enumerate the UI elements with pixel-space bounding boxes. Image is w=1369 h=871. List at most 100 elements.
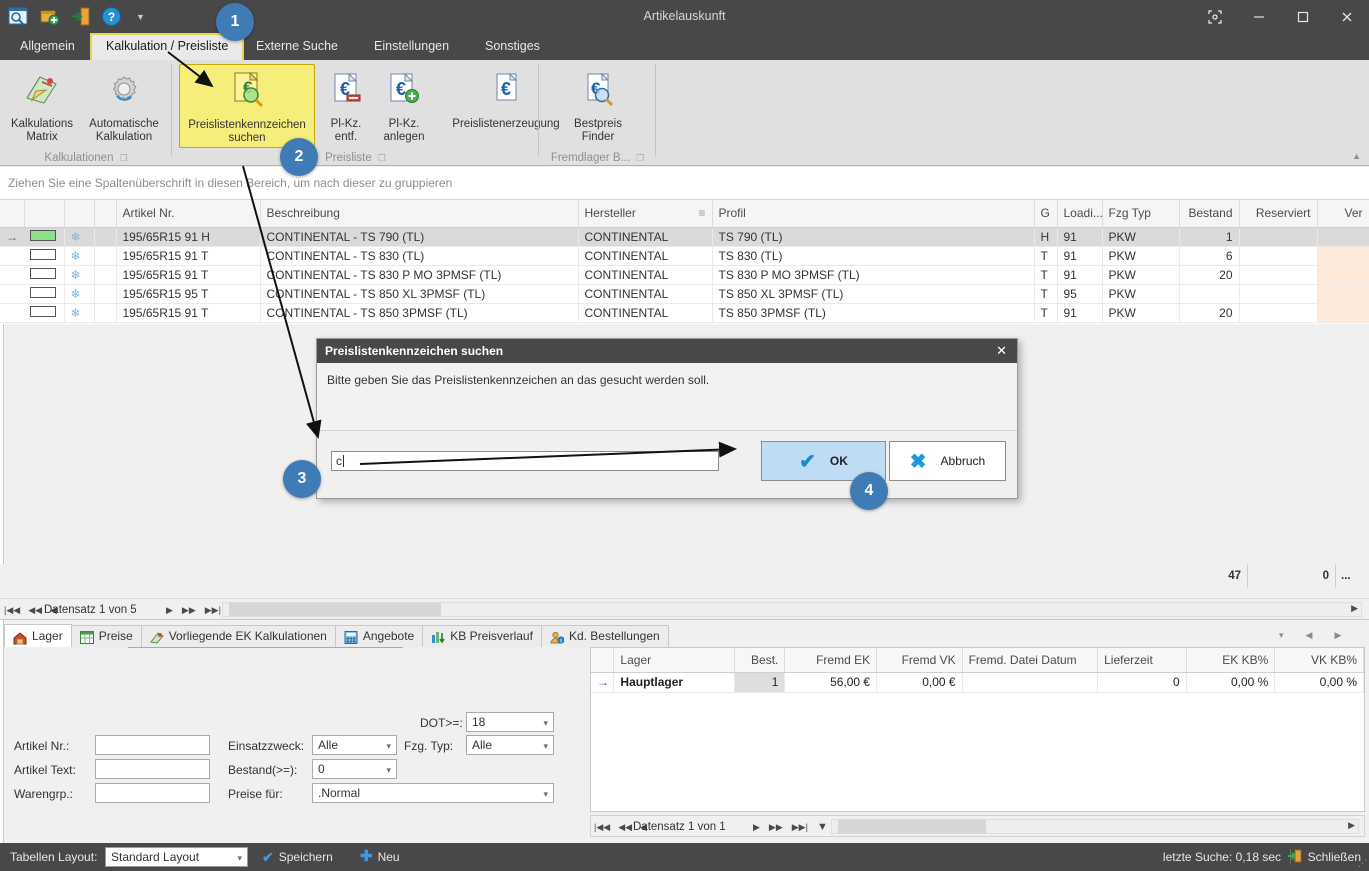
detail-tab-angebote[interactable]: Angebote xyxy=(334,625,424,647)
nav-next-icon[interactable]: ▶ xyxy=(753,822,760,833)
exit-icon[interactable] xyxy=(70,6,91,27)
header-season[interactable] xyxy=(64,200,95,228)
tab-next-icon[interactable]: ▶ xyxy=(1334,630,1341,641)
ribbon-button-automatische-kalkulation[interactable]: Automatische Kalkulation xyxy=(80,66,168,144)
table-row[interactable]: ❄ 195/65R15 95 T CONTINENTAL - TS 850 XL… xyxy=(0,284,1369,304)
nav-nextpage-icon[interactable]: ▶▶ xyxy=(769,822,783,833)
header-beschreibung[interactable]: Beschreibung xyxy=(260,200,579,228)
header-vk-kb[interactable]: VK KB% xyxy=(1274,648,1364,673)
nav-prevpage-icon[interactable]: ◀◀ xyxy=(28,605,42,616)
neu-button[interactable]: ✚ Neu xyxy=(360,843,400,871)
header-fremd-datei-datum[interactable]: Fremd. Datei Datum xyxy=(962,648,1099,673)
ribbon-button-kalkulations-matrix[interactable]: Kalkulations Matrix xyxy=(6,66,78,144)
ribbon-button-plkz-entfernen[interactable]: € Pl-Kz. entf. xyxy=(320,66,372,144)
select-bestand[interactable]: 0 ▾ xyxy=(312,759,397,779)
dialog-launcher-icon[interactable]: ❐ xyxy=(378,153,386,163)
chevron-up-icon[interactable]: ▲ xyxy=(1352,151,1361,161)
scrollbar-thumb[interactable] xyxy=(838,820,986,833)
tab-externe-suche[interactable]: Externe Suche xyxy=(242,33,352,60)
nav-last-icon[interactable]: ▶▶| xyxy=(205,605,221,616)
chevron-down-icon[interactable]: ▾ xyxy=(543,713,548,733)
filter-icon[interactable]: ▼ xyxy=(817,821,828,833)
header-profil[interactable]: Profil xyxy=(712,200,1035,228)
input-artikel-text[interactable] xyxy=(95,759,210,779)
table-row[interactable]: → Hauptlager 1 56,00 € 0,00 € 0 0,00 % 0… xyxy=(591,672,1364,693)
grid-horizontal-scrollbar[interactable]: ▶ xyxy=(222,602,1362,617)
tab-sonstiges[interactable]: Sonstiges xyxy=(471,33,554,60)
tab-prev-icon[interactable]: ◀ xyxy=(1306,630,1313,641)
header-indicator[interactable] xyxy=(0,200,25,228)
input-warengruppe[interactable] xyxy=(95,783,210,803)
dialog-input[interactable]: c xyxy=(331,451,719,471)
row-color-swatch[interactable] xyxy=(24,265,65,285)
nav-nextpage-icon[interactable]: ▶▶ xyxy=(182,605,196,616)
tab-menu-caret-icon[interactable]: ▾ xyxy=(1279,630,1284,641)
nav-first-icon[interactable]: |◀◀ xyxy=(4,605,20,616)
detail-tab-kd-bestellungen[interactable]: i Kd. Bestellungen xyxy=(540,625,669,647)
header-best[interactable]: Best. xyxy=(734,648,786,673)
lager-horizontal-scrollbar[interactable]: ▶ xyxy=(831,819,1359,834)
resize-grip-icon[interactable]: ⋰ xyxy=(1358,858,1367,869)
dialog-launcher-icon[interactable]: ❐ xyxy=(119,153,127,163)
input-artikel-nr[interactable] xyxy=(95,735,210,755)
select-einsatzzweck[interactable]: Alle ▾ xyxy=(312,735,397,755)
select-dot[interactable]: 18 ▾ xyxy=(466,712,554,732)
table-row[interactable]: ❄ 195/65R15 91 T CONTINENTAL - TS 850 3P… xyxy=(0,303,1369,323)
help-icon[interactable]: ? xyxy=(101,6,122,27)
nav-last-icon[interactable]: ▶▶| xyxy=(792,822,808,833)
row-color-swatch[interactable] xyxy=(24,246,65,266)
chevron-down-icon[interactable]: ▾ xyxy=(543,736,548,756)
nav-prevpage-icon[interactable]: ◀◀ xyxy=(618,822,632,833)
speichern-button[interactable]: ✔ Speichern xyxy=(262,843,333,871)
header-fremd-ek[interactable]: Fremd EK xyxy=(784,648,878,673)
close-icon[interactable] xyxy=(1325,0,1369,33)
header-artikel-nr[interactable]: Artikel Nr. xyxy=(116,200,261,228)
dialog-launcher-icon[interactable]: ❐ xyxy=(636,153,644,163)
header-fremd-vk[interactable]: Fremd VK xyxy=(876,648,963,673)
chevron-down-icon[interactable]: ▾ xyxy=(543,784,548,804)
detail-tab-vorliegende-ek-kalkulationen[interactable]: Vorliegende EK Kalkulationen xyxy=(140,625,336,647)
header-reserviert[interactable]: Reserviert xyxy=(1239,200,1318,228)
header-bestand[interactable]: Bestand xyxy=(1179,200,1240,228)
select-fzg-typ[interactable]: Alle ▾ xyxy=(466,735,554,755)
header-ek-kb[interactable]: EK KB% xyxy=(1186,648,1276,673)
table-row[interactable]: → ❄ 195/65R15 91 H CONTINENTAL - TS 790 … xyxy=(0,227,1369,247)
schliessen-button[interactable]: Schließen xyxy=(1287,843,1361,871)
row-color-swatch[interactable] xyxy=(24,227,65,247)
detail-tab-preise[interactable]: Preise xyxy=(70,625,142,647)
tab-allgemein[interactable]: Allgemein xyxy=(6,33,89,60)
maximize-icon[interactable] xyxy=(1281,0,1325,33)
header-verfuegbar[interactable]: Ver xyxy=(1317,200,1369,228)
header-blank[interactable] xyxy=(94,200,117,228)
detail-tab-lager[interactable]: Lager xyxy=(4,624,72,647)
tabellen-layout-select[interactable]: Standard Layout ▾ xyxy=(105,847,248,867)
filter-indicator-icon[interactable]: ≡ xyxy=(698,206,705,220)
ribbon-button-plkz-anlegen[interactable]: € Pl-Kz. anlegen xyxy=(374,66,434,144)
table-row[interactable]: ❄ 195/65R15 91 T CONTINENTAL - TS 830 (T… xyxy=(0,246,1369,266)
ribbon-button-bestpreis-finder[interactable]: € Bestpreis Finder xyxy=(553,66,643,144)
tab-kalkulation-preisliste[interactable]: Kalkulation / Preisliste xyxy=(90,33,245,60)
minimize-icon[interactable] xyxy=(1237,0,1281,33)
nav-scroll-right-icon[interactable]: ▶ xyxy=(1348,820,1355,831)
nav-next-icon[interactable]: ▶ xyxy=(166,605,173,616)
table-row[interactable]: ❄ 195/65R15 91 T CONTINENTAL - TS 830 P … xyxy=(0,265,1369,285)
select-preise-fuer[interactable]: .Normal ▾ xyxy=(312,783,554,803)
ribbon-button-preislistenkennzeichen-suchen[interactable]: € Preislistenkennzeichen suchen xyxy=(179,64,315,148)
header-color[interactable] xyxy=(24,200,65,228)
header-hersteller[interactable]: Hersteller ≡ xyxy=(578,200,713,228)
detail-tab-kb-preisverlauf[interactable]: KB Preisverlauf xyxy=(422,625,542,647)
header-lieferzeit[interactable]: Lieferzeit xyxy=(1097,648,1187,673)
chevron-down-icon[interactable]: ▾ xyxy=(237,848,242,868)
close-icon[interactable]: ✕ xyxy=(996,339,1007,363)
add-article-icon[interactable] xyxy=(39,6,60,27)
article-search-icon[interactable] xyxy=(8,6,29,27)
scrollbar-thumb[interactable] xyxy=(229,603,441,616)
restore-window-icon[interactable] xyxy=(1193,0,1237,33)
row-color-swatch[interactable] xyxy=(24,303,65,323)
nav-scroll-right-icon[interactable]: ▶ xyxy=(1351,603,1358,614)
nav-first-icon[interactable]: |◀◀ xyxy=(594,822,610,833)
chevron-down-icon[interactable]: ▾ xyxy=(386,736,391,756)
group-by-drop-area[interactable]: Ziehen Sie eine Spaltenüberschrift in di… xyxy=(0,167,1369,200)
tab-einstellungen[interactable]: Einstellungen xyxy=(360,33,463,60)
header-g[interactable]: G xyxy=(1034,200,1058,228)
